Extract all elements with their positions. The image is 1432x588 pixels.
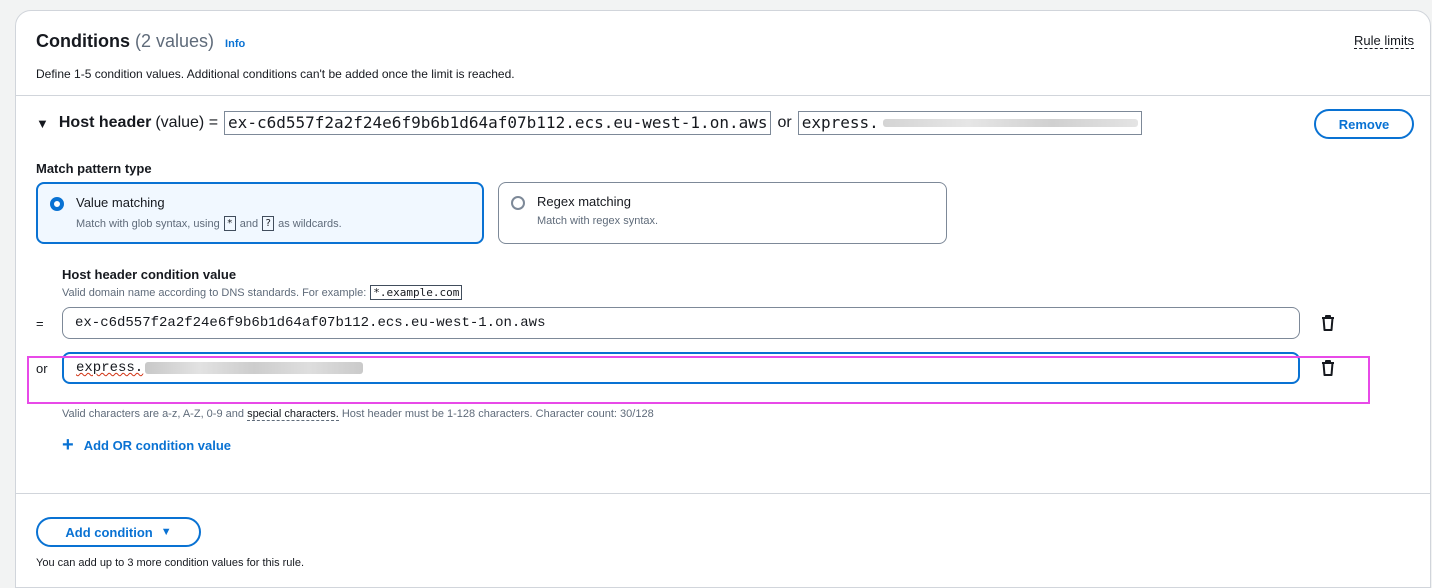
rule-limits-link[interactable]: Rule limits (1354, 33, 1414, 49)
host-value-input-2-text: express. (76, 360, 144, 376)
host-value-desc-text: Valid domain name according to DNS stand… (62, 286, 367, 299)
radio-selected-icon[interactable] (50, 197, 64, 211)
host-value-desc: Valid domain name according to DNS stand… (62, 285, 466, 300)
host-value-input-2[interactable]: express. (62, 352, 1300, 384)
trash-icon[interactable] (1320, 314, 1336, 332)
trash-icon[interactable] (1320, 359, 1336, 377)
condition-summary: ▼ Host header (value) = ex-c6d557f2a2f24… (36, 109, 1148, 137)
constraint-text: Valid characters are a-z, A-Z, 0-9 and s… (62, 408, 654, 421)
example-domain: *.example.com (370, 285, 463, 300)
condition-qualifier: (value) = (155, 114, 219, 131)
and-text: and (239, 217, 259, 230)
or-prefix: or (36, 360, 48, 376)
conditions-panel: Conditions (2 values) Info Rule limits D… (15, 10, 1431, 588)
value-matching-tile[interactable]: Value matching Match with glob syntax, u… (36, 182, 484, 244)
value-row-1: = ex-c6d557f2a2f24e6f9b6b1d64af07b112.ec… (36, 307, 1336, 339)
host-value-label: Host header condition value (62, 267, 237, 282)
header-divider (16, 95, 1430, 96)
plus-icon: + (62, 434, 74, 456)
caret-down-icon[interactable]: ▼ (36, 116, 49, 131)
host-value-input-1[interactable]: ex-c6d557f2a2f24e6f9b6b1d64af07b112.ecs.… (62, 307, 1300, 339)
condition-label: Host header (58, 114, 152, 131)
panel-description: Define 1-5 condition values. Additional … (36, 67, 515, 81)
value-matching-desc: Match with glob syntax, using * and ? as… (76, 216, 342, 231)
title-text: Conditions (36, 31, 130, 51)
equals-prefix: = (36, 315, 44, 331)
regex-matching-desc: Match with regex syntax. (537, 215, 659, 227)
regex-matching-tile[interactable]: Regex matching Match with regex syntax. (498, 182, 947, 244)
value-matching-title: Value matching (76, 195, 165, 210)
regex-matching-title: Regex matching (537, 194, 631, 209)
redacted-input-text (145, 362, 364, 374)
value-count: (2 values) (135, 31, 215, 51)
special-characters-link[interactable]: special characters. (247, 408, 339, 421)
wildcard-question: ? (262, 216, 275, 231)
caret-down-icon: ▼ (160, 526, 172, 538)
desc-text: Match with glob syntax, using (76, 217, 220, 230)
condition-value-1: ex-c6d557f2a2f24e6f9b6b1d64af07b112.ecs.… (224, 111, 772, 135)
or-text: or (777, 114, 792, 131)
host-value-input-1-text: ex-c6d557f2a2f24e6f9b6b1d64af07b112.ecs.… (75, 315, 546, 331)
condition-value-2-text: express. (801, 113, 879, 132)
desc-text-after: as wildcards. (278, 217, 342, 230)
constraint-after: Host header must be 1-128 characters. Ch… (341, 408, 654, 420)
add-condition-label: Add condition (65, 524, 153, 540)
value-row-2: or express. (36, 352, 1336, 384)
constraint-before: Valid characters are a-z, A-Z, 0-9 and (62, 408, 244, 420)
info-link[interactable]: Info (225, 38, 245, 50)
wildcard-star: * (223, 216, 236, 231)
match-pattern-label: Match pattern type (36, 161, 152, 176)
footer-divider (16, 493, 1430, 494)
remove-button[interactable]: Remove (1314, 109, 1414, 139)
add-or-label: Add OR condition value (83, 437, 232, 453)
redacted-text (882, 119, 1138, 127)
add-or-condition-link[interactable]: + Add OR condition value (62, 435, 231, 455)
radio-unselected-icon[interactable] (511, 196, 525, 210)
footer-note: You can add up to 3 more condition value… (36, 557, 305, 569)
panel-title: Conditions (2 values) Info (36, 31, 245, 52)
add-condition-button[interactable]: Add condition ▼ (36, 517, 201, 547)
condition-value-2: express. (797, 111, 1142, 135)
